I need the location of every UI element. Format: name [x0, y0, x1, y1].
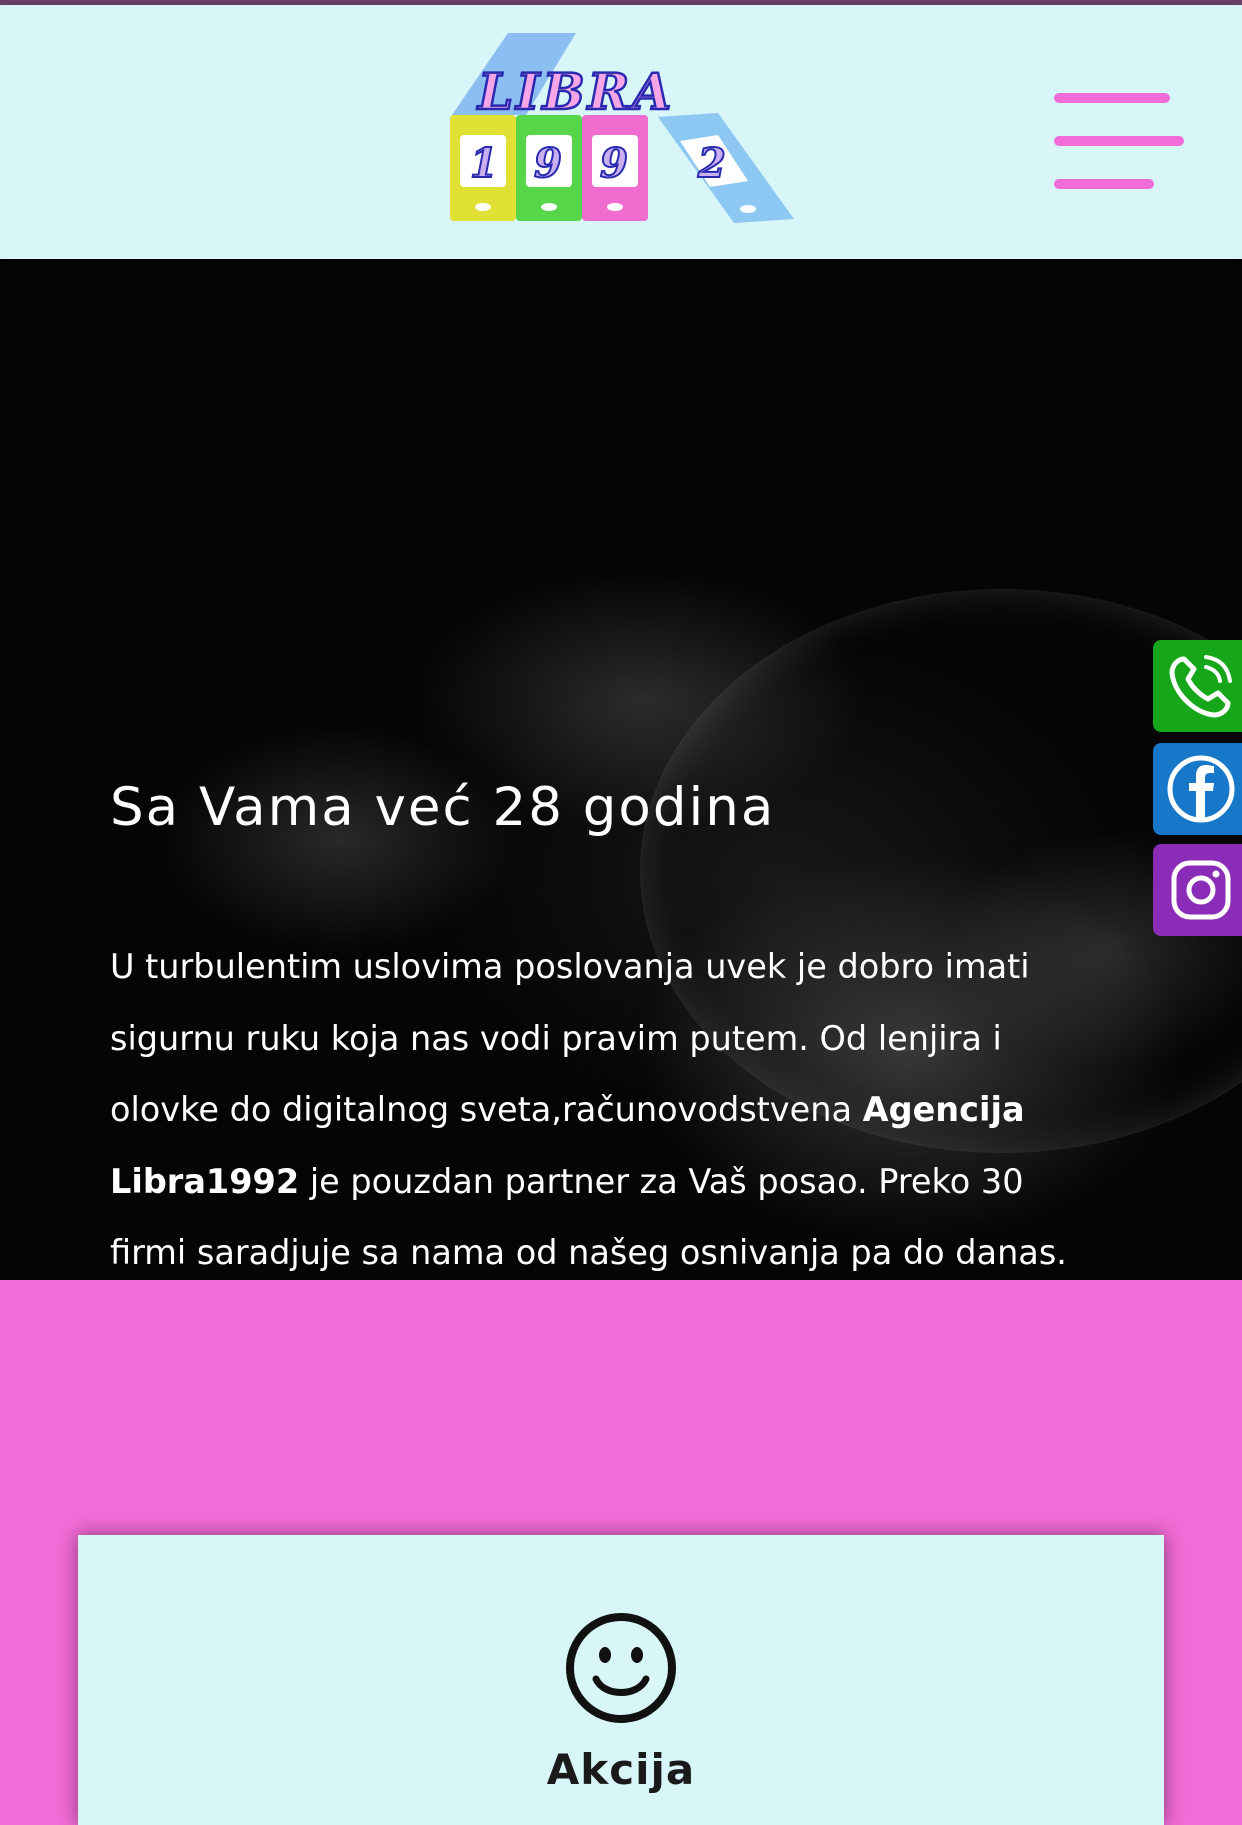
hamburger-icon-line	[1054, 179, 1154, 189]
phone-icon	[1169, 655, 1232, 718]
logo-digit-1: 1	[470, 140, 498, 187]
card-title: Akcija	[546, 1745, 696, 1794]
facebook-button[interactable]	[1153, 743, 1242, 835]
logo-wordmark: LIBRA	[476, 62, 674, 121]
menu-button[interactable]	[1050, 93, 1184, 193]
logo-digit-2: 9	[534, 140, 562, 187]
logo-digit-3: 9	[600, 140, 628, 187]
hero-paragraph: U turbulentim uslovima poslovanja uvek j…	[110, 931, 1110, 1280]
libra1992-logo[interactable]: LIBRA 1 9 9 2	[448, 31, 796, 225]
facebook-icon	[1167, 755, 1234, 823]
logo-digit-4: 2	[697, 140, 726, 187]
promo-card[interactable]: Akcija	[78, 1535, 1164, 1825]
instagram-button[interactable]	[1153, 844, 1242, 936]
site-header: LIBRA 1 9 9 2	[0, 5, 1242, 259]
hamburger-icon	[1054, 93, 1170, 103]
smiley-icon	[566, 1613, 676, 1723]
hero-section: Sa Vama već 28 godina U turbulentim uslo…	[0, 259, 1242, 1280]
phone-button[interactable]	[1153, 640, 1242, 732]
hamburger-icon-line	[1054, 136, 1184, 146]
hero-title: Sa Vama već 28 godina	[110, 777, 776, 838]
instagram-icon	[1171, 860, 1230, 920]
